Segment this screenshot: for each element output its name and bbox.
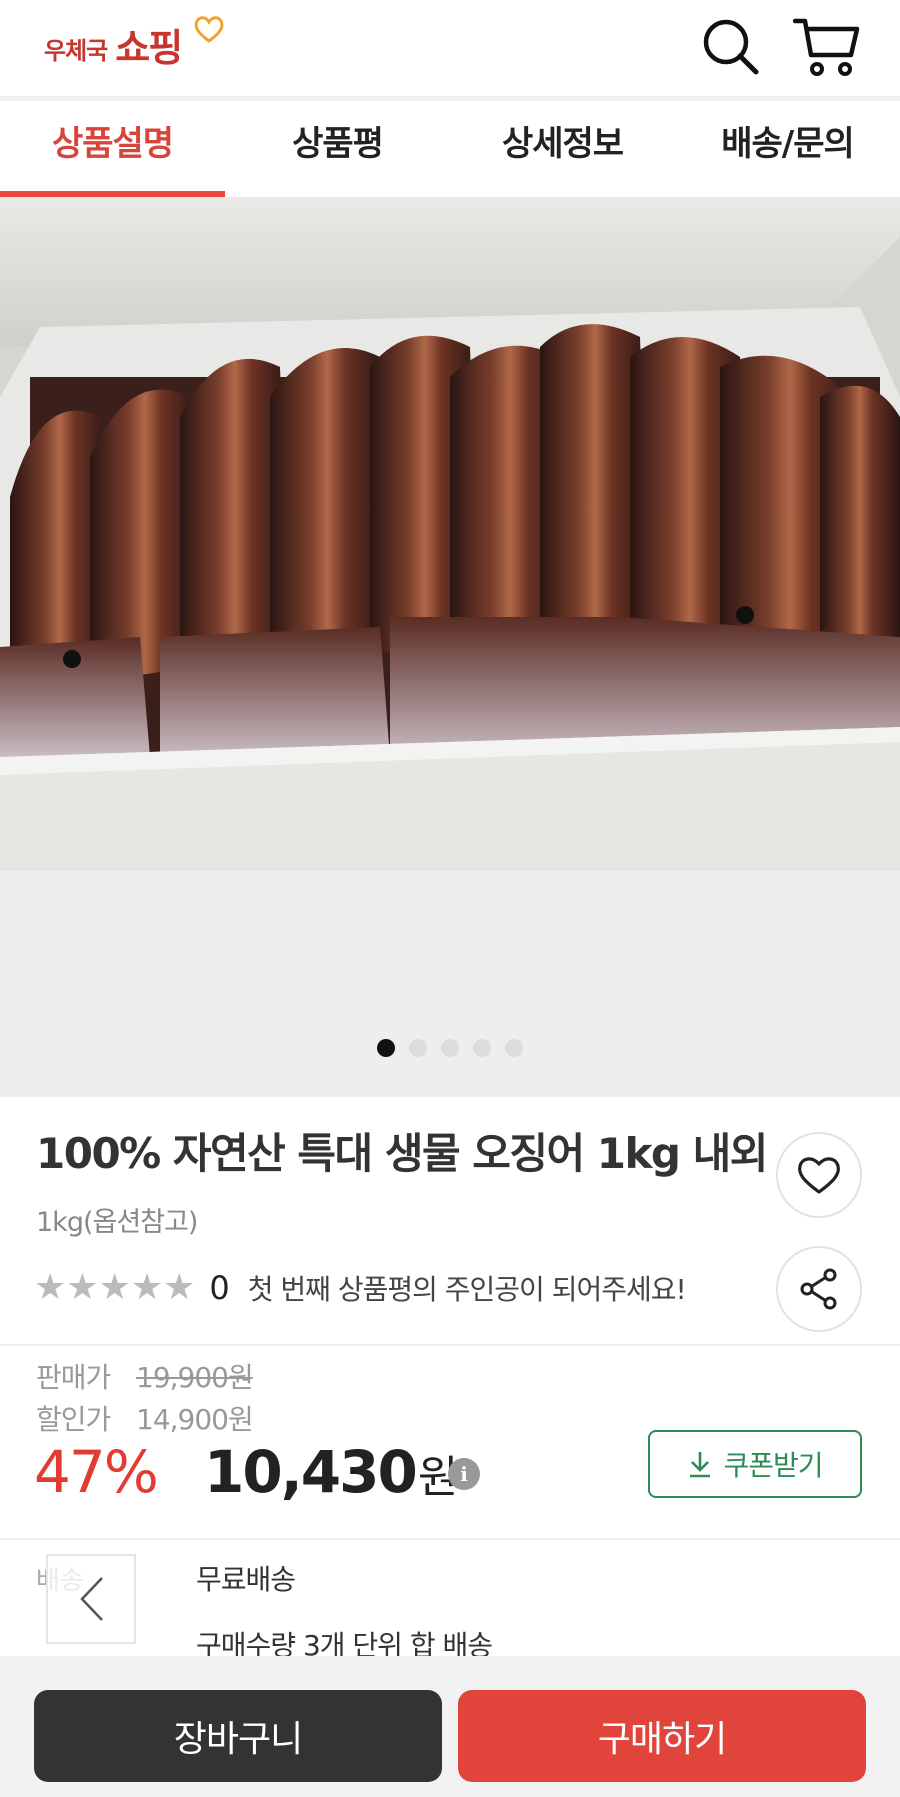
pagination-dot[interactable] <box>441 1039 459 1057</box>
chevron-left-icon <box>80 1577 103 1621</box>
product-tabs: 상품설명 상품평 상세정보 배송/문의 <box>0 96 900 197</box>
cart-button[interactable] <box>792 12 862 82</box>
logo[interactable]: 우체국 쇼핑 <box>44 14 224 76</box>
sale-price-label: 판매가 <box>36 1361 111 1394</box>
final-price: 10,430 원 <box>204 1438 458 1506</box>
product-subtitle: 1kg(옵션참고) <box>36 1207 198 1238</box>
tab-description[interactable]: 상품설명 <box>0 101 225 197</box>
discount-price-label: 할인가 <box>36 1403 111 1436</box>
final-price-number: 10,430 <box>204 1438 418 1506</box>
product-title: 100% 자연산 특대 생물 오징어 1kg 내외 <box>36 1129 768 1178</box>
rating-row: ★★★★★ 0 첫 번째 상품평의 주인공이 되어주세요! <box>34 1267 687 1308</box>
review-prompt[interactable]: 첫 번째 상품평의 주인공이 되어주세요! <box>248 1268 687 1308</box>
search-button[interactable] <box>696 12 766 82</box>
logo-text-large: 쇼핑 <box>115 26 183 70</box>
heart-icon <box>798 1157 840 1194</box>
tab-reviews[interactable]: 상품평 <box>225 101 450 197</box>
product-image[interactable] <box>0 197 900 871</box>
coupon-download-button[interactable]: 쿠폰받기 <box>648 1430 862 1498</box>
tab-details[interactable]: 상세정보 <box>450 101 675 197</box>
add-to-cart-button[interactable]: 장바구니 <box>34 1690 442 1782</box>
shipping-fee: 무료배송 <box>196 1563 296 1596</box>
coupon-label: 쿠폰받기 <box>723 1449 823 1482</box>
squid-box-photo <box>0 197 900 871</box>
pagination-dot[interactable] <box>473 1039 491 1057</box>
cart-icon <box>793 18 860 76</box>
buy-now-button[interactable]: 구매하기 <box>458 1690 866 1782</box>
wishlist-button[interactable] <box>776 1132 862 1218</box>
app-header: 우체국 쇼핑 <box>0 0 900 96</box>
discount-rate: 47% <box>34 1438 159 1506</box>
gallery-pagination <box>0 1039 900 1057</box>
divider <box>0 1538 900 1540</box>
heart-logo-icon <box>194 16 224 43</box>
share-button[interactable] <box>776 1246 862 1332</box>
product-gallery[interactable] <box>0 197 900 1097</box>
search-icon <box>703 19 759 75</box>
tab-shipping-inquiry[interactable]: 배송/문의 <box>675 101 900 197</box>
discount-price: 14,900원 <box>136 1403 254 1436</box>
pagination-dot[interactable] <box>505 1039 523 1057</box>
info-icon[interactable]: i <box>448 1458 480 1490</box>
pagination-dot[interactable] <box>409 1039 427 1057</box>
rating-stars: ★★★★★ <box>34 1267 196 1308</box>
back-button[interactable] <box>46 1554 136 1644</box>
divider <box>0 1344 900 1346</box>
download-icon <box>690 1452 711 1478</box>
sale-price: 19,900원 <box>136 1361 254 1394</box>
pagination-dot-active[interactable] <box>377 1039 395 1057</box>
share-icon <box>800 1268 837 1310</box>
rating-count: 0 <box>209 1269 230 1307</box>
logo-text-small: 우체국 <box>44 37 108 65</box>
bottom-action-bar: 장바구니 구매하기 <box>0 1656 900 1797</box>
